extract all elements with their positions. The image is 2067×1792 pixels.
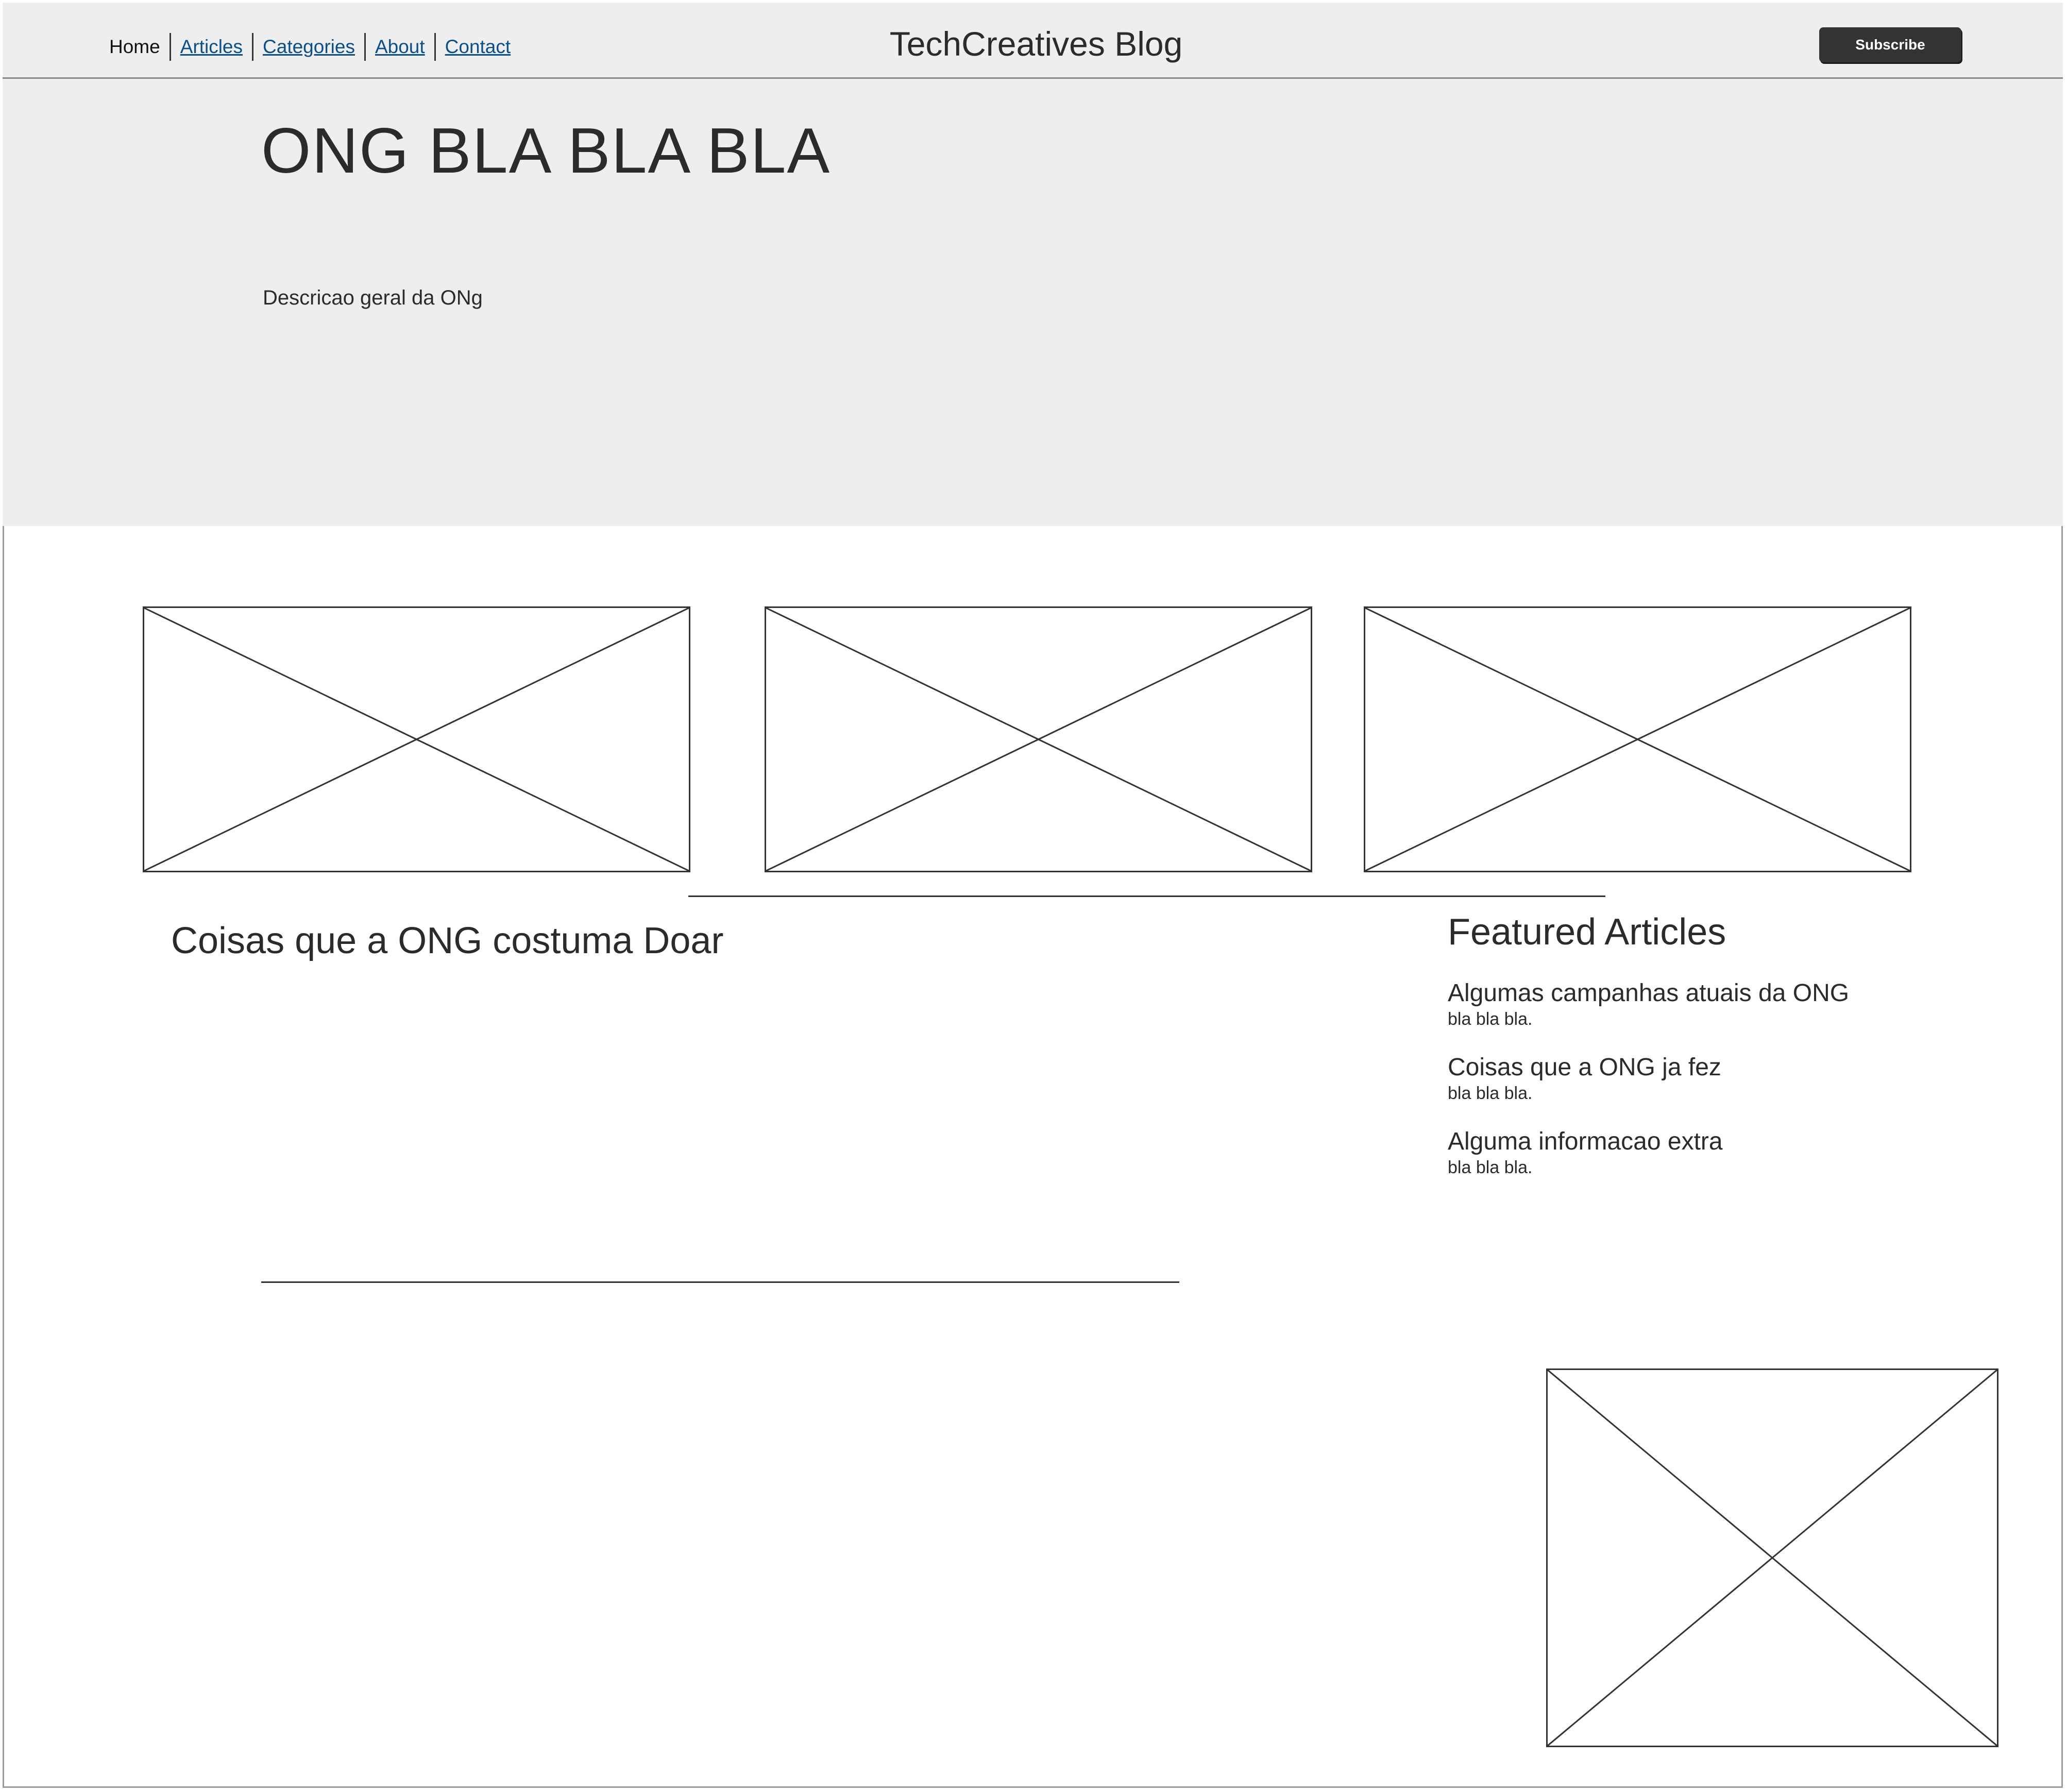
featured-article-desc: bla bla bla. (1448, 1158, 1533, 1177)
site-title: TechCreatives Blog (889, 25, 1183, 63)
featured-article-item[interactable]: Coisas que a ONG ja fez bla bla bla. (1448, 1053, 1721, 1105)
divider-line (688, 895, 1605, 897)
hero-description: Descricao geral da ONg (263, 286, 483, 309)
featured-article-title[interactable]: Alguma informacao extra (1448, 1127, 1723, 1156)
featured-article-title[interactable]: Algumas campanhas atuais da ONG (1448, 979, 1849, 1008)
section-title: Coisas que a ONG costuma Doar (171, 920, 724, 961)
hero-title: ONG BLA BLA BLA (261, 115, 831, 187)
featured-article-desc: bla bla bla. (1448, 1009, 1533, 1029)
image-placeholder-cross-icon (766, 608, 1311, 871)
featured-article-desc: bla bla bla. (1448, 1084, 1533, 1103)
divider-line (261, 1281, 1179, 1283)
featured-article-item[interactable]: Algumas campanhas atuais da ONG bla bla … (1448, 979, 1849, 1030)
image-placeholder-cross-icon (1548, 1370, 1997, 1746)
image-placeholder-cross-icon (144, 608, 689, 871)
image-placeholder (1546, 1368, 1998, 1747)
image-placeholder (1364, 606, 1911, 872)
featured-article-title[interactable]: Coisas que a ONG ja fez (1448, 1053, 1721, 1082)
header-bar: Home Articles Categories About Contact T… (3, 3, 2063, 79)
subscribe-button[interactable]: Subscribe (1819, 27, 1961, 62)
featured-article-item[interactable]: Alguma informacao extra bla bla bla. (1448, 1127, 1723, 1179)
featured-articles-title: Featured Articles (1448, 911, 1726, 953)
image-placeholder (143, 606, 690, 872)
image-placeholder-cross-icon (1365, 608, 1910, 871)
image-placeholder (765, 606, 1312, 872)
